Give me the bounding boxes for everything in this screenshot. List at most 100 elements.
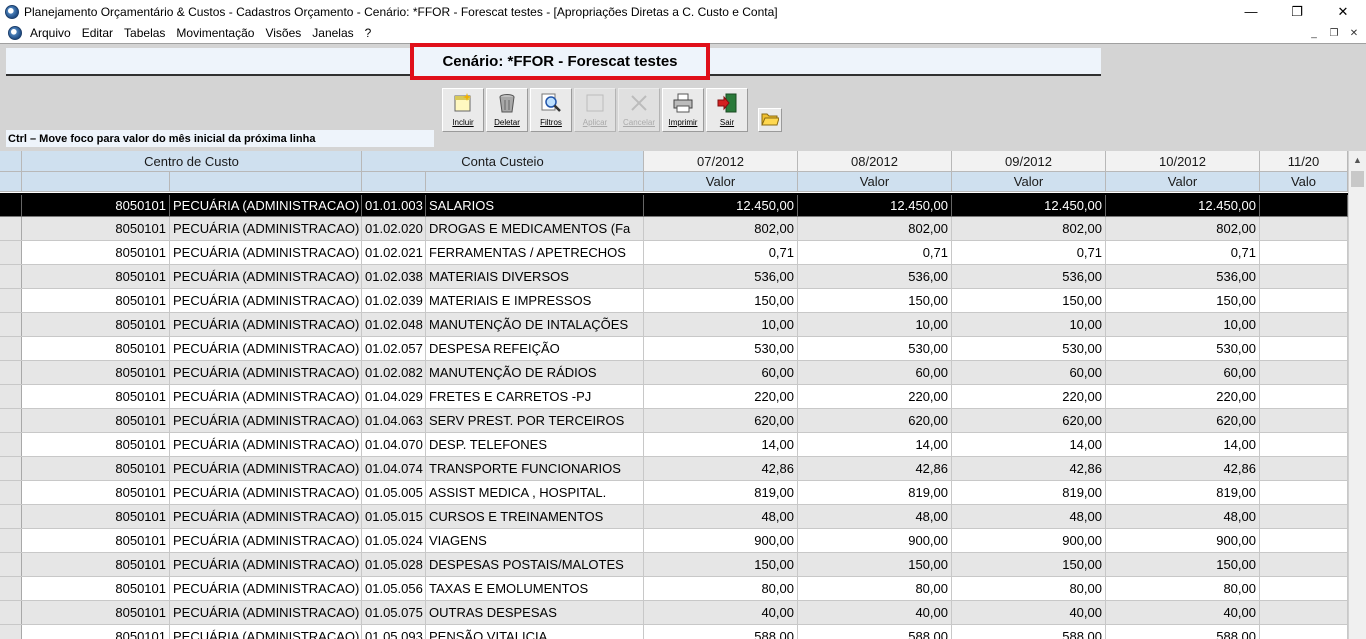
header-month[interactable]: 07/2012 [644, 151, 798, 172]
cell-valor[interactable]: 530,00 [644, 337, 798, 360]
cell-cc-code[interactable]: 8050101 [22, 505, 170, 528]
cell-valor[interactable] [1260, 409, 1348, 432]
cell-valor[interactable]: 802,00 [952, 217, 1106, 240]
cell-valor[interactable]: 588,00 [644, 625, 798, 639]
cell-cc-name[interactable]: PECUÁRIA (ADMINISTRACAO) [170, 529, 362, 552]
menu-arquivo[interactable]: Arquivo [30, 26, 78, 40]
cell-valor[interactable]: 14,00 [952, 433, 1106, 456]
cell-valor[interactable] [1260, 529, 1348, 552]
cell-cc-name[interactable]: PECUÁRIA (ADMINISTRACAO) [170, 553, 362, 576]
cell-valor[interactable]: 220,00 [1106, 385, 1260, 408]
cell-valor[interactable]: 220,00 [952, 385, 1106, 408]
cell-ct-code[interactable]: 01.04.063 [362, 409, 426, 432]
cell-valor[interactable] [1260, 577, 1348, 600]
cell-valor[interactable] [1260, 505, 1348, 528]
table-row[interactable]: 8050101 PECUÁRIA (ADMINISTRACAO) 01.05.005… [0, 481, 1348, 505]
cell-cc-code[interactable]: 8050101 [22, 601, 170, 624]
header-centro-custo[interactable]: Centro de Custo [22, 151, 362, 172]
cell-cc-name[interactable]: PECUÁRIA (ADMINISTRACAO) [170, 361, 362, 384]
cell-cc-name[interactable]: PECUÁRIA (ADMINISTRACAO) [170, 433, 362, 456]
menu-help[interactable]: ? [365, 26, 379, 40]
cell-ct-name[interactable]: FRETES E CARRETOS -PJ [426, 385, 644, 408]
row-selector[interactable] [0, 601, 22, 624]
close-button[interactable]: ✕ [1320, 0, 1366, 23]
cell-cc-name[interactable]: PECUÁRIA (ADMINISTRACAO) [170, 289, 362, 312]
scroll-up-arrow-icon[interactable]: ▲ [1349, 151, 1366, 168]
cell-cc-code[interactable]: 8050101 [22, 625, 170, 639]
sair-button[interactable]: Sair [706, 88, 748, 132]
cell-valor[interactable]: 40,00 [1106, 601, 1260, 624]
cell-valor[interactable]: 40,00 [798, 601, 952, 624]
row-selector[interactable] [0, 577, 22, 600]
table-row[interactable]: 8050101 PECUÁRIA (ADMINISTRACAO) 01.05.093… [0, 625, 1348, 639]
cell-ct-name[interactable]: DESPESAS POSTAIS/MALOTES [426, 553, 644, 576]
row-selector[interactable] [0, 195, 22, 216]
aplicar-button[interactable]: Aplicar [574, 88, 616, 132]
cell-valor[interactable]: 150,00 [644, 553, 798, 576]
cell-valor[interactable]: 802,00 [798, 217, 952, 240]
header-conta-custeio[interactable]: Conta Custeio [362, 151, 644, 172]
cell-cc-name[interactable]: PECUÁRIA (ADMINISTRACAO) [170, 625, 362, 639]
table-row[interactable]: 8050101 PECUÁRIA (ADMINISTRACAO) 01.04.063… [0, 409, 1348, 433]
row-selector[interactable] [0, 265, 22, 288]
cell-valor[interactable]: 536,00 [798, 265, 952, 288]
cell-valor[interactable]: 530,00 [798, 337, 952, 360]
cell-ct-name[interactable]: DESP. TELEFONES [426, 433, 644, 456]
cell-valor[interactable]: 60,00 [798, 361, 952, 384]
restore-button[interactable]: ❐ [1274, 0, 1320, 23]
cell-valor[interactable]: 536,00 [1106, 265, 1260, 288]
cell-ct-code[interactable]: 01.04.070 [362, 433, 426, 456]
cell-cc-code[interactable]: 8050101 [22, 553, 170, 576]
row-selector[interactable] [0, 553, 22, 576]
table-row[interactable]: 8050101 PECUÁRIA (ADMINISTRACAO) 01.04.074… [0, 457, 1348, 481]
cell-ct-code[interactable]: 01.02.039 [362, 289, 426, 312]
cell-valor[interactable] [1260, 313, 1348, 336]
cell-valor[interactable]: 48,00 [952, 505, 1106, 528]
cell-valor[interactable] [1260, 217, 1348, 240]
cell-cc-code[interactable]: 8050101 [22, 337, 170, 360]
cell-valor[interactable]: 0,71 [1106, 241, 1260, 264]
cell-valor[interactable]: 12.450,00 [798, 195, 952, 216]
table-row[interactable]: 8050101 PECUÁRIA (ADMINISTRACAO) 01.05.024… [0, 529, 1348, 553]
menu-editar[interactable]: Editar [82, 26, 120, 40]
cell-valor[interactable]: 12.450,00 [644, 195, 798, 216]
cell-valor[interactable]: 10,00 [644, 313, 798, 336]
row-selector[interactable] [0, 217, 22, 240]
mdi-close-button[interactable]: ✕ [1346, 26, 1362, 40]
row-selector[interactable] [0, 457, 22, 480]
document-system-icon[interactable] [8, 26, 22, 40]
cell-valor[interactable]: 10,00 [1106, 313, 1260, 336]
cell-ct-name[interactable]: DROGAS E MEDICAMENTOS (Fa [426, 217, 644, 240]
cell-valor[interactable] [1260, 337, 1348, 360]
cell-valor[interactable]: 48,00 [644, 505, 798, 528]
open-folder-button[interactable] [758, 108, 782, 132]
cell-valor[interactable]: 150,00 [1106, 289, 1260, 312]
filtros-button[interactable]: Filtros [530, 88, 572, 132]
cell-ct-name[interactable]: ASSIST MEDICA , HOSPITAL. [426, 481, 644, 504]
table-row[interactable]: 8050101 PECUÁRIA (ADMINISTRACAO) 01.05.075… [0, 601, 1348, 625]
cell-valor[interactable]: 14,00 [798, 433, 952, 456]
cell-valor[interactable]: 220,00 [798, 385, 952, 408]
cell-cc-code[interactable]: 8050101 [22, 385, 170, 408]
cell-ct-code[interactable]: 01.05.093 [362, 625, 426, 639]
cell-ct-name[interactable]: VIAGENS [426, 529, 644, 552]
cell-valor[interactable] [1260, 601, 1348, 624]
cell-ct-name[interactable]: TAXAS E EMOLUMENTOS [426, 577, 644, 600]
cell-ct-code[interactable]: 01.05.015 [362, 505, 426, 528]
cell-cc-code[interactable]: 8050101 [22, 481, 170, 504]
row-selector[interactable] [0, 625, 22, 639]
cell-cc-code[interactable]: 8050101 [22, 577, 170, 600]
cell-valor[interactable]: 40,00 [952, 601, 1106, 624]
table-row[interactable]: 8050101 PECUÁRIA (ADMINISTRACAO) 01.01.003… [0, 193, 1348, 217]
cell-ct-name[interactable]: MANUTENÇÃO DE RÁDIOS [426, 361, 644, 384]
cell-cc-name[interactable]: PECUÁRIA (ADMINISTRACAO) [170, 337, 362, 360]
cell-valor[interactable]: 530,00 [952, 337, 1106, 360]
deletar-button[interactable]: Deletar [486, 88, 528, 132]
header-month[interactable]: 11/20 [1260, 151, 1348, 172]
cell-cc-code[interactable]: 8050101 [22, 361, 170, 384]
table-row[interactable]: 8050101 PECUÁRIA (ADMINISTRACAO) 01.02.082… [0, 361, 1348, 385]
cell-valor[interactable]: 900,00 [798, 529, 952, 552]
table-row[interactable]: 8050101 PECUÁRIA (ADMINISTRACAO) 01.05.028… [0, 553, 1348, 577]
cell-ct-code[interactable]: 01.02.020 [362, 217, 426, 240]
cell-cc-name[interactable]: PECUÁRIA (ADMINISTRACAO) [170, 241, 362, 264]
